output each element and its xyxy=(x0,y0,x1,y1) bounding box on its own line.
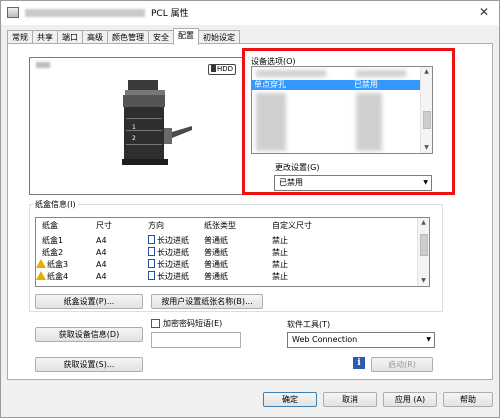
tray-header-row: 纸盒 尺寸 方向 纸张类型 自定义尺寸 xyxy=(36,220,416,232)
tray-row[interactable]: 纸盒1 A4 长边进纸 普通纸 禁止 xyxy=(36,235,416,247)
tray-orientation: 长边进纸 xyxy=(157,272,189,281)
tab-configure[interactable]: 配置 xyxy=(173,28,199,45)
tray-type: 普通纸 xyxy=(204,248,228,257)
software-tools-value: Web Connection xyxy=(292,335,358,344)
col-custom-size: 自定义尺寸 xyxy=(272,221,312,230)
tray-orientation: 长边进纸 xyxy=(157,248,189,257)
tray-type: 普通纸 xyxy=(204,260,228,269)
option-name: 单点穿孔 xyxy=(254,80,286,89)
title-redacted xyxy=(25,9,145,17)
col-tray: 纸盒 xyxy=(42,221,58,230)
help-button[interactable]: 帮助 xyxy=(443,392,493,407)
chevron-down-icon: ▼ xyxy=(423,179,428,186)
option-redacted xyxy=(356,93,382,151)
tray-type: 普通纸 xyxy=(204,272,228,281)
portrait-doc-icon xyxy=(148,235,155,244)
software-tools-select[interactable]: Web Connection ▼ xyxy=(287,332,435,348)
cancel-button[interactable]: 取消 xyxy=(323,392,377,407)
window-title: PCL 属性 xyxy=(151,9,189,19)
option-redacted xyxy=(256,70,326,77)
col-size: 尺寸 xyxy=(96,221,112,230)
apply-button[interactable]: 应用 (A) xyxy=(383,392,437,407)
change-setting-select[interactable]: 已禁用 ▼ xyxy=(274,175,432,191)
chevron-down-icon: ▼ xyxy=(426,336,431,343)
tab-strip: 常规 共享 端口 高级 颜色管理 安全 配置 初始设定 xyxy=(7,28,240,45)
warning-icon xyxy=(36,259,46,268)
tray-number-1: 1 xyxy=(132,124,136,131)
tray-name: 纸盒1 xyxy=(42,236,64,245)
tray-orientation: 长边进纸 xyxy=(157,260,189,269)
portrait-doc-icon xyxy=(148,247,155,256)
change-setting-value: 已禁用 xyxy=(279,178,303,187)
tray-custom: 禁止 xyxy=(272,236,288,245)
get-device-info-button[interactable]: 获取设备信息(D) xyxy=(35,327,143,342)
col-paper-type: 纸张类型 xyxy=(204,221,236,230)
col-orientation: 方向 xyxy=(148,221,164,230)
encrypt-passphrase-checkbox[interactable] xyxy=(151,319,160,328)
scroll-thumb[interactable] xyxy=(420,234,428,256)
title-bar: PCL 属性 ✕ xyxy=(1,1,499,25)
tray-size: A4 xyxy=(96,236,107,245)
warning-icon xyxy=(36,271,46,280)
tray-row[interactable]: 纸盒4 A4 长边进纸 普通纸 禁止 xyxy=(36,271,416,283)
get-settings-button[interactable]: 获取设置(S)... xyxy=(35,357,143,372)
tray-name: 纸盒2 xyxy=(42,248,64,257)
tray-list[interactable]: 纸盒 尺寸 方向 纸张类型 自定义尺寸 纸盒1 A4 长边进纸 普通纸 禁止 纸… xyxy=(35,217,430,287)
tray-size: A4 xyxy=(96,272,107,281)
tray-name: 纸盒3 xyxy=(47,260,69,269)
option-redacted xyxy=(356,70,406,77)
tray-orientation: 长边进纸 xyxy=(157,236,189,245)
change-setting-label: 更改设置(G) xyxy=(275,163,320,172)
software-tools-label: 软件工具(T) xyxy=(287,320,331,329)
tray-info-label: 纸盒信息(I) xyxy=(33,199,78,210)
printer-illustration: 1 2 xyxy=(122,80,192,165)
scroll-thumb[interactable] xyxy=(423,111,431,129)
options-scrollbar[interactable]: ▲ ▼ xyxy=(420,67,432,153)
encrypt-passphrase-input[interactable] xyxy=(151,332,241,348)
portrait-doc-icon xyxy=(148,271,155,280)
tray-custom: 禁止 xyxy=(272,272,288,281)
portrait-doc-icon xyxy=(148,259,155,268)
launch-button[interactable]: 启动(R) xyxy=(371,357,433,372)
tray-size: A4 xyxy=(96,260,107,269)
option-redacted xyxy=(256,93,286,151)
tray-name: 纸盒4 xyxy=(47,272,69,281)
device-options-list[interactable]: 单点穿孔 已禁用 ▲ ▼ xyxy=(251,66,433,154)
info-icon: i xyxy=(353,357,365,369)
user-paper-name-button[interactable]: 按用户设置纸张名称(B)... xyxy=(151,294,263,309)
tray-row[interactable]: 纸盒2 A4 长边进纸 普通纸 禁止 xyxy=(36,247,416,259)
option-row-selected[interactable]: 单点穿孔 已禁用 xyxy=(252,80,420,90)
tray-custom: 禁止 xyxy=(272,248,288,257)
option-value: 已禁用 xyxy=(354,80,378,89)
scroll-down-icon[interactable]: ▼ xyxy=(421,143,432,153)
encrypt-passphrase-label: 加密密码短语(E) xyxy=(163,319,223,328)
device-preview: HDD 1 2 xyxy=(29,57,243,195)
ok-button[interactable]: 确定 xyxy=(263,392,317,407)
scroll-up-icon[interactable]: ▲ xyxy=(421,67,432,77)
tray-scrollbar[interactable]: ▲ ▼ xyxy=(417,218,429,286)
tray-custom: 禁止 xyxy=(272,260,288,269)
printer-icon xyxy=(7,7,19,18)
properties-window: PCL 属性 ✕ 常规 共享 端口 高级 颜色管理 安全 配置 初始设定 HDD… xyxy=(0,0,500,418)
tray-type: 普通纸 xyxy=(204,236,228,245)
scroll-up-icon[interactable]: ▲ xyxy=(418,218,429,228)
tray-number-2: 2 xyxy=(132,135,136,142)
tray-settings-button[interactable]: 纸盒设置(P)... xyxy=(35,294,143,309)
scroll-down-icon[interactable]: ▼ xyxy=(418,276,429,286)
tray-row[interactable]: 纸盒3 A4 长边进纸 普通纸 禁止 xyxy=(36,259,416,271)
close-button[interactable]: ✕ xyxy=(477,5,491,19)
tray-size: A4 xyxy=(96,248,107,257)
